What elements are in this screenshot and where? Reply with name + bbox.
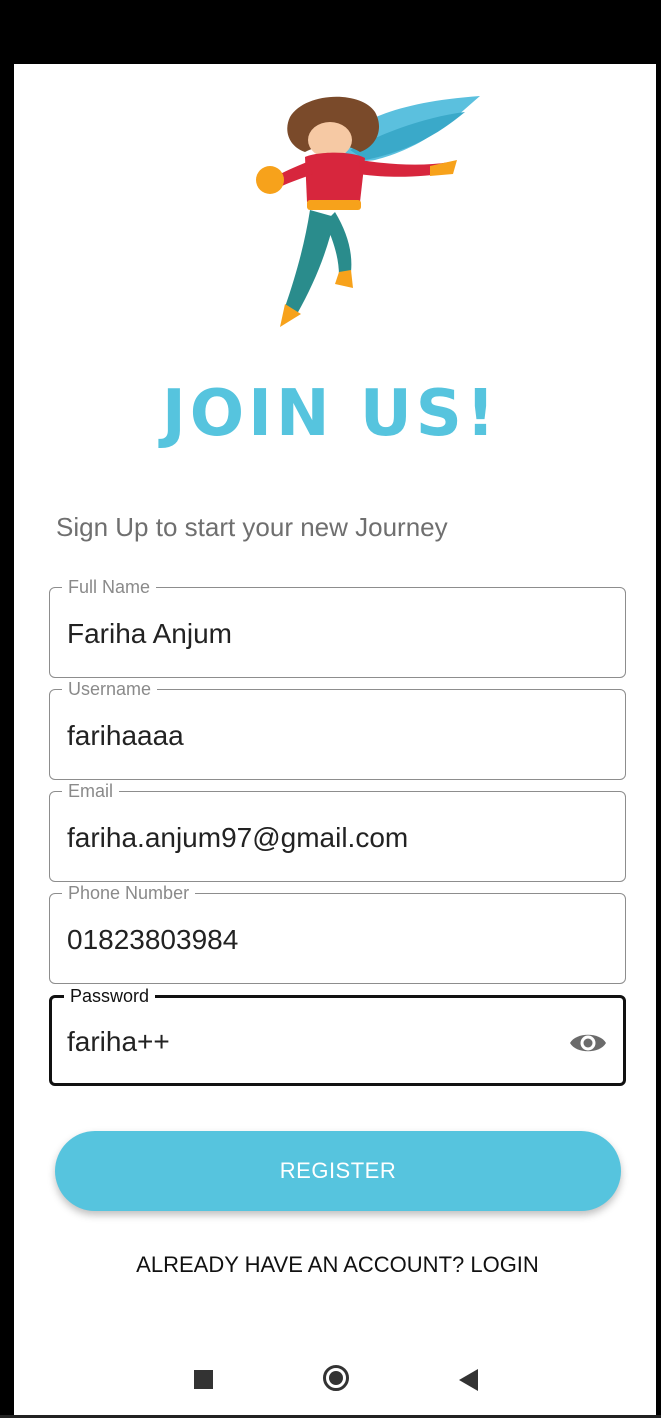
login-link[interactable]: ALREADY HAVE AN ACCOUNT? LOGIN (0, 1252, 661, 1278)
full-name-label: Full Name (62, 576, 157, 598)
full-name-field[interactable]: Full Name (49, 576, 626, 678)
register-button[interactable]: REGISTER (55, 1131, 621, 1211)
device-bezel-right (656, 0, 661, 1418)
email-field[interactable]: Email (49, 780, 626, 882)
superhero-illustration (256, 96, 480, 327)
back-triangle-icon[interactable] (459, 1369, 478, 1391)
page-subtitle: Sign Up to start your new Journey (56, 512, 448, 542)
username-field[interactable]: Username (49, 678, 626, 780)
password-field[interactable]: Password (49, 985, 626, 1086)
username-input[interactable] (67, 719, 547, 753)
username-label: Username (62, 678, 158, 700)
password-input[interactable] (67, 1025, 547, 1059)
circle-icon[interactable] (323, 1365, 349, 1391)
status-bar (0, 0, 661, 64)
signup-screen: JOIN US! Sign Up to start your new Journ… (0, 0, 661, 1418)
device-bezel-left (0, 0, 14, 1418)
phone-input[interactable] (67, 923, 547, 957)
email-input[interactable] (67, 821, 547, 855)
phone-field[interactable]: Phone Number (49, 882, 626, 984)
email-label: Email (62, 780, 120, 802)
page-title: JOIN US! (161, 377, 500, 451)
square-icon[interactable] (194, 1370, 213, 1389)
full-name-input[interactable] (67, 617, 547, 651)
password-label: Password (64, 985, 156, 1007)
eye-icon[interactable] (569, 1028, 607, 1058)
phone-label: Phone Number (62, 882, 196, 904)
